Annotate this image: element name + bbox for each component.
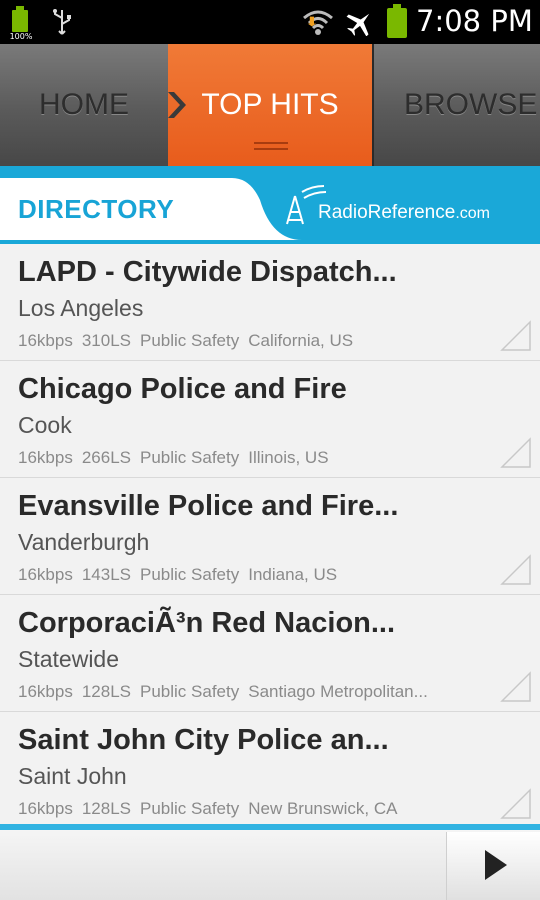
play-button[interactable] xyxy=(446,832,540,900)
battery-icon: 100% xyxy=(10,6,32,41)
feed-listeners: 310LS xyxy=(81,331,131,350)
feed-region: New Brunswick, CA xyxy=(248,799,398,818)
corner-triangle-icon xyxy=(500,788,531,819)
feed-title: LAPD - Citywide Dispatch... xyxy=(18,256,397,288)
clock: 7:08 PM xyxy=(416,4,533,38)
feed-genre: Public Safety xyxy=(140,682,240,701)
feed-title: Saint John City Police an... xyxy=(18,724,389,756)
list-item[interactable]: Chicago Police and Fire Cook 16kbps 266LS… xyxy=(0,361,540,478)
feed-meta: 16kbps 128LS Public Safety New Brunswick, C… xyxy=(18,799,407,819)
list-item[interactable]: Saint John City Police an... Saint John … xyxy=(0,712,540,824)
airplane-mode-icon xyxy=(346,13,370,36)
tab-browse[interactable]: BROWSE xyxy=(372,44,540,166)
chevron-right-icon xyxy=(168,92,186,118)
corner-triangle-icon xyxy=(500,437,531,468)
directory-label: DIRECTORY xyxy=(18,194,175,224)
feed-listeners: 266LS xyxy=(81,448,131,467)
battery-icon xyxy=(386,4,408,38)
feed-meta: 16kbps 266LS Public Safety Illinois, US xyxy=(18,448,338,468)
play-icon xyxy=(485,850,507,880)
radioreference-logo: RadioReference.com xyxy=(318,202,490,224)
feed-location: Statewide xyxy=(18,646,120,672)
feed-list[interactable]: LAPD - Citywide Dispatch... Los Angeles … xyxy=(0,244,540,824)
feed-listeners: 143LS xyxy=(81,565,131,584)
feed-meta: 16kbps 143LS Public Safety Indiana, US xyxy=(18,565,346,585)
tab-drag-handle[interactable] xyxy=(254,142,288,152)
feed-location: Saint John xyxy=(18,763,127,789)
feed-region: Indiana, US xyxy=(248,565,338,584)
feed-genre: Public Safety xyxy=(140,448,240,467)
feed-region: Illinois, US xyxy=(248,448,329,467)
feed-title: CorporaciÃ³n Red Nacion... xyxy=(18,607,396,639)
feed-bitrate: 16kbps xyxy=(18,799,73,818)
feed-listeners: 128LS xyxy=(81,799,131,818)
feed-location: Vanderburgh xyxy=(18,529,150,555)
feed-meta: 16kbps 310LS Public Safety California, US xyxy=(18,331,362,351)
wifi-icon xyxy=(303,10,333,35)
feed-title: Chicago Police and Fire xyxy=(18,373,347,405)
logo-suffix: .com xyxy=(455,205,490,222)
feed-meta: 16kbps 128LS Public Safety Santiago Metropo… xyxy=(18,682,437,702)
corner-triangle-icon xyxy=(500,320,531,351)
list-item[interactable]: LAPD - Citywide Dispatch... Los Angeles … xyxy=(0,244,540,361)
corner-triangle-icon xyxy=(500,554,531,585)
feed-bitrate: 16kbps xyxy=(18,331,73,350)
feed-bitrate: 16kbps xyxy=(18,682,73,701)
feed-region: California, US xyxy=(248,331,354,350)
feed-genre: Public Safety xyxy=(140,799,240,818)
feed-bitrate: 16kbps xyxy=(18,565,73,584)
feed-location: Los Angeles xyxy=(18,295,144,321)
list-item[interactable]: CorporaciÃ³n Red Nacion... Statewide 16k… xyxy=(0,595,540,712)
feed-bitrate: 16kbps xyxy=(18,448,73,467)
feed-region: Santiago Metropolitan... xyxy=(248,682,428,701)
battery-percent: 100% xyxy=(9,32,33,41)
feed-genre: Public Safety xyxy=(140,565,240,584)
list-item[interactable]: Evansville Police and Fire... Vanderburg… xyxy=(0,478,540,595)
status-bar: 100% 7:08 PM xyxy=(0,0,540,44)
tab-divider xyxy=(372,44,374,166)
feed-location: Cook xyxy=(18,412,72,438)
feed-title: Evansville Police and Fire... xyxy=(18,490,399,522)
feed-listeners: 128LS xyxy=(81,682,131,701)
usb-icon xyxy=(53,9,71,35)
tab-home[interactable]: HOME xyxy=(0,44,168,166)
feed-genre: Public Safety xyxy=(140,331,240,350)
logo-name: RadioReference xyxy=(318,202,456,223)
corner-triangle-icon xyxy=(500,671,531,702)
